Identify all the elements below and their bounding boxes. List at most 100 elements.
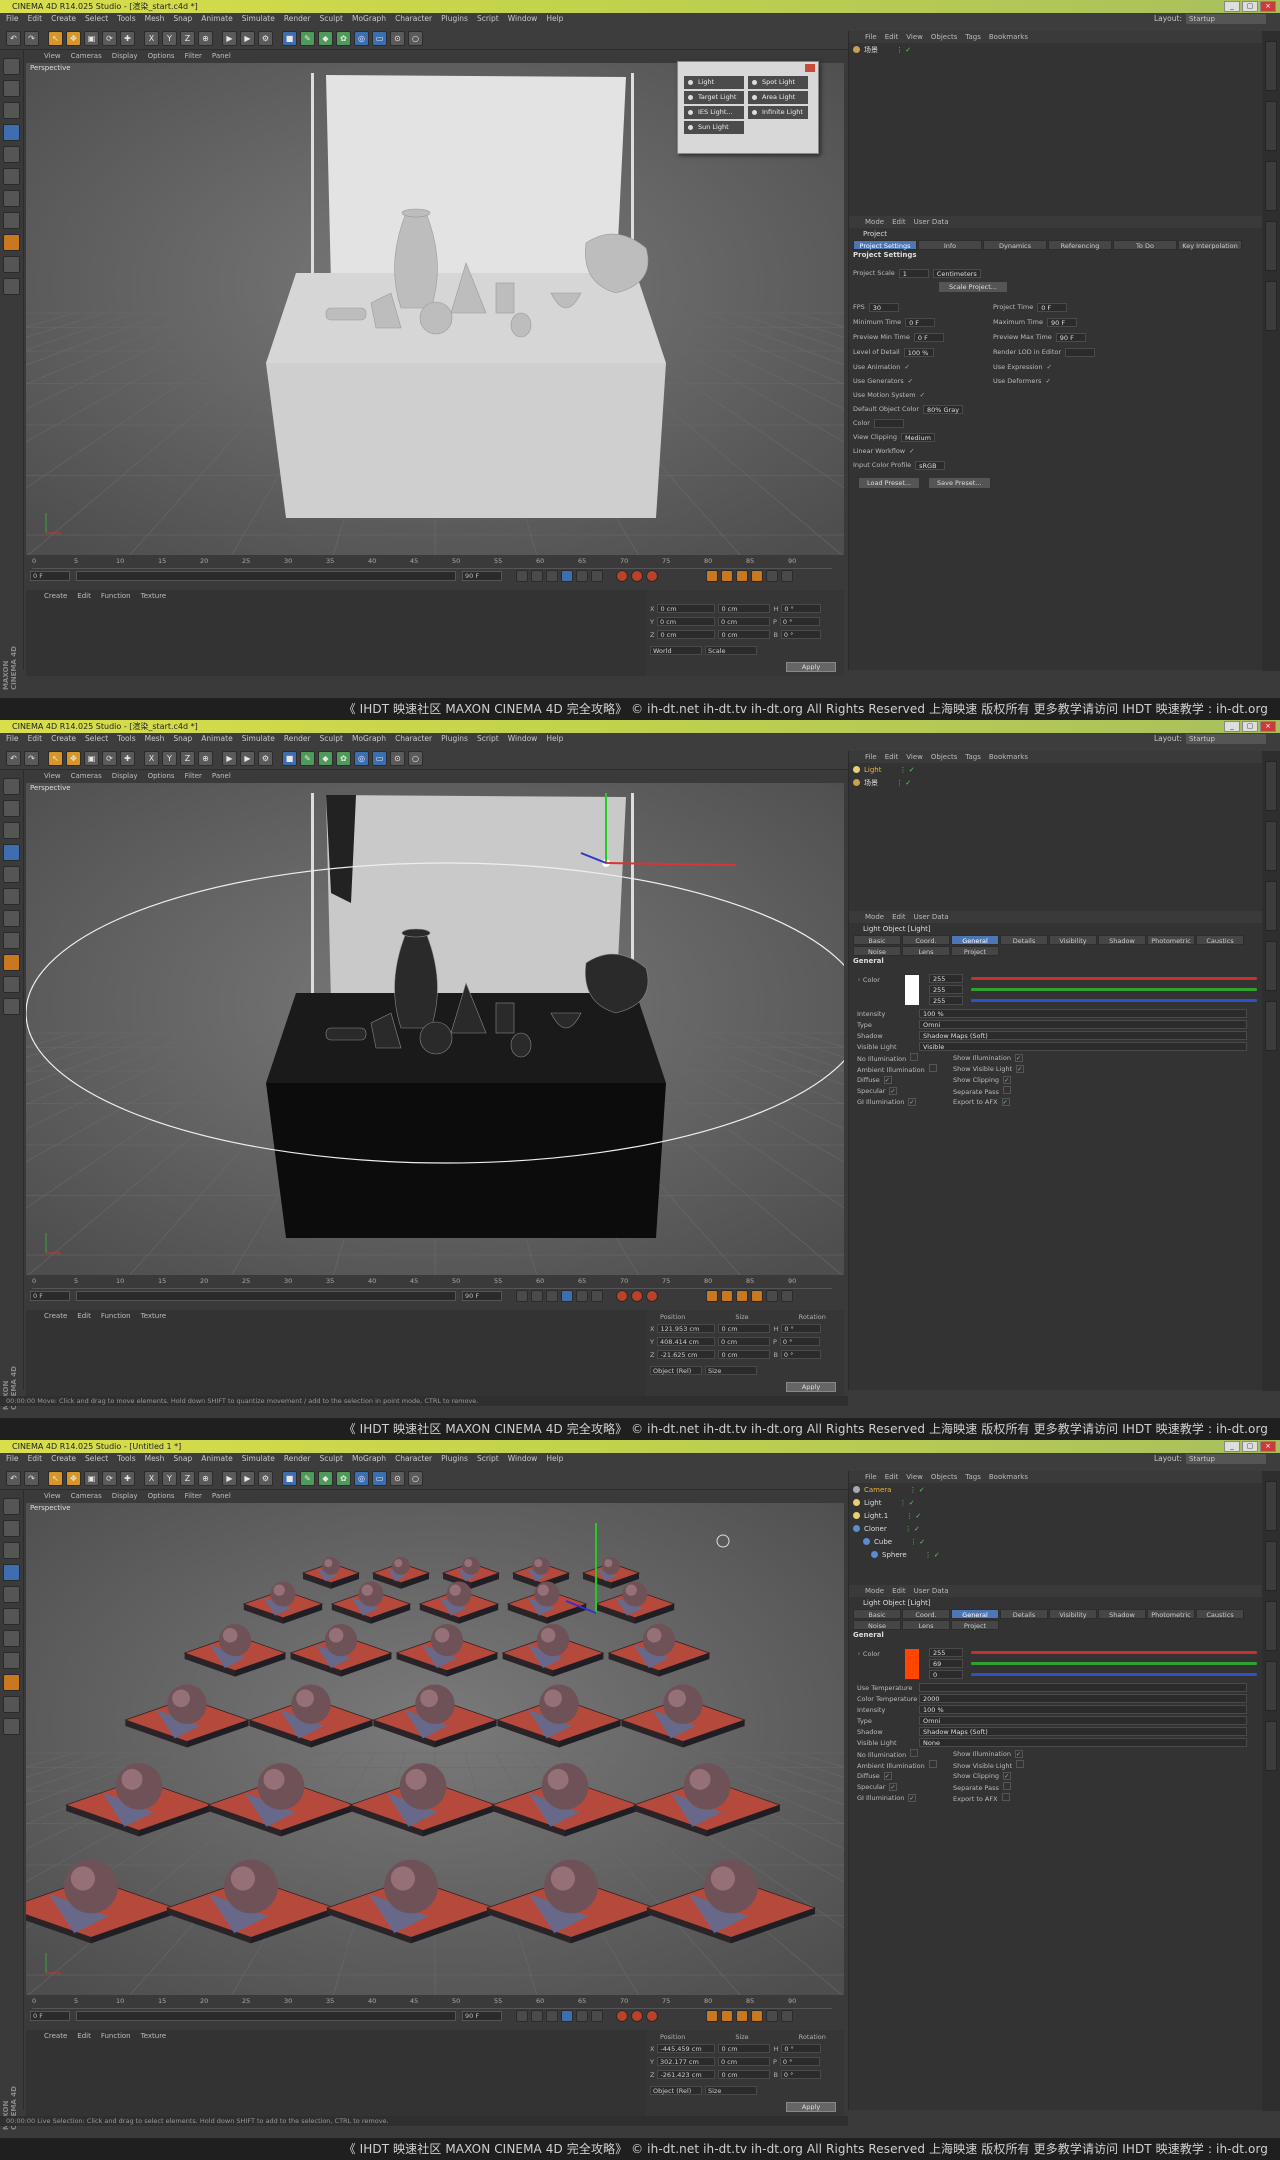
timeline-menu-icon[interactable] (781, 570, 793, 582)
param-key-icon[interactable] (751, 570, 763, 582)
prop-field[interactable]: 90 F (1055, 332, 1086, 342)
go-end-icon[interactable] (591, 570, 603, 582)
sculpt-icon[interactable] (3, 976, 20, 993)
render-picture-viewer-icon[interactable]: ▶ (240, 31, 255, 46)
move-icon[interactable]: ✥ (66, 1471, 81, 1486)
prop-checkbox[interactable]: ✓ (1001, 1098, 1010, 1106)
layout-selector[interactable]: Layout: Startup (1154, 13, 1266, 25)
prop-checkbox[interactable] (1016, 1760, 1025, 1768)
move-key-icon[interactable] (706, 1290, 718, 1302)
material-menu-edit[interactable]: Edit (77, 2030, 91, 2042)
prop-field[interactable]: Shadow Maps (Soft) (919, 1727, 1247, 1736)
timeline-ruler[interactable]: 0 5 10 15 20 25 30 35 40 45 50 55 60 65 70 75 80 85 90 (32, 557, 832, 569)
tab-project-settings[interactable]: Project Settings (853, 240, 917, 250)
deformer-icon[interactable]: ◎ (354, 751, 369, 766)
color-slider[interactable] (971, 1662, 1257, 1665)
play-back-icon[interactable] (546, 1290, 558, 1302)
prop-field[interactable]: 100 % (919, 1009, 1247, 1018)
menu-edit[interactable]: Edit (28, 13, 43, 25)
render-picture-viewer-icon[interactable]: ▶ (240, 1471, 255, 1486)
param-key-icon[interactable] (751, 2010, 763, 2022)
object-menu-file[interactable]: File (865, 751, 877, 763)
color-channel-value[interactable]: 255 (929, 984, 963, 994)
undo-icon[interactable]: ↶ (6, 31, 21, 46)
prop-field[interactable] (873, 418, 904, 428)
viewport-menu-display[interactable]: Display (112, 1490, 138, 1503)
polygons-mode-icon[interactable] (3, 822, 20, 839)
menu-snap[interactable]: Snap (173, 733, 192, 745)
keyframe-icon[interactable] (646, 1290, 658, 1302)
material-menu-create[interactable]: Create (44, 2030, 67, 2042)
layer-icon[interactable] (3, 278, 20, 295)
deformer-icon[interactable]: ◎ (354, 1471, 369, 1486)
scale-icon[interactable]: ▣ (84, 1471, 99, 1486)
prop-checkbox[interactable]: ✓ (1045, 377, 1050, 385)
viewport-menu-cameras[interactable]: Cameras (71, 50, 102, 63)
tab-noise[interactable]: Noise (853, 1620, 901, 1630)
coord-size-field[interactable]: 0 cm (717, 1337, 770, 1346)
color-channel-r[interactable]: 255 (925, 973, 963, 983)
z-axis-icon[interactable]: Z (180, 1471, 195, 1486)
prop-field[interactable]: 30 (868, 302, 899, 312)
attr-menu-mode[interactable]: Mode (865, 216, 884, 228)
maximize-button[interactable]: ▢ (1242, 721, 1258, 732)
x-axis-icon[interactable]: X (144, 1471, 159, 1486)
snap-icon[interactable] (3, 932, 20, 949)
material-menu-create[interactable]: Create (44, 590, 67, 602)
color-channel-g[interactable]: 255 (925, 984, 963, 994)
live-selection-icon[interactable]: ↖ (48, 751, 63, 766)
light-menu-item[interactable]: Target Light (684, 91, 744, 104)
attributes-dock-tab[interactable] (1265, 1661, 1277, 1711)
menu-select[interactable]: Select (85, 13, 108, 25)
rotate-icon[interactable]: ⟳ (102, 31, 117, 46)
close-button[interactable]: × (1260, 1441, 1276, 1452)
viewport-menu-options[interactable]: Options (148, 770, 175, 783)
scale-project-button[interactable]: Scale Project... (939, 282, 1007, 292)
viewport-menu-filter[interactable]: Filter (185, 50, 202, 63)
move-key-icon[interactable] (706, 2010, 718, 2022)
object-menu-bookmarks[interactable]: Bookmarks (989, 1471, 1028, 1483)
timeline-menu-icon[interactable] (781, 2010, 793, 2022)
redo-icon[interactable]: ↷ (24, 1471, 39, 1486)
play-icon[interactable] (561, 2010, 573, 2022)
move-icon[interactable]: ✥ (66, 31, 81, 46)
prop-checkbox[interactable] (1002, 1086, 1011, 1094)
menu-edit[interactable]: Edit (28, 733, 43, 745)
menu-window[interactable]: Window (508, 1453, 538, 1465)
color-channel-value[interactable]: 69 (929, 1658, 963, 1668)
layers-tab[interactable] (1265, 281, 1277, 331)
x-axis-icon[interactable]: X (144, 31, 159, 46)
attributes-dock-tab[interactable] (1265, 221, 1277, 271)
coord-position-field[interactable]: -445.459 cm (657, 2044, 716, 2053)
light-menu-item[interactable]: Infinite Light (748, 106, 808, 119)
points-mode-icon[interactable] (3, 778, 20, 795)
object-row[interactable]: 场景 ⋮ ✓ (853, 778, 911, 788)
prop-field[interactable] (1065, 347, 1096, 357)
frame-end-field[interactable]: 90 F (462, 1291, 502, 1301)
menu-window[interactable]: Window (508, 733, 538, 745)
menu-character[interactable]: Character (395, 1453, 432, 1465)
model-mode-icon[interactable] (3, 124, 20, 141)
coord-mode-dropdown[interactable]: Size (705, 1366, 757, 1375)
object-row[interactable]: Cube ⋮ ✓ (863, 1537, 925, 1547)
menu-select[interactable]: Select (85, 733, 108, 745)
object-menu-edit[interactable]: Edit (885, 751, 899, 763)
light-icon[interactable]: ○ (408, 751, 423, 766)
prop-checkbox[interactable]: ✓ (908, 1098, 917, 1106)
viewport-menu-view[interactable]: View (44, 50, 61, 63)
array-icon[interactable]: ✿ (336, 751, 351, 766)
menu-mesh[interactable]: Mesh (145, 13, 165, 25)
polygons-mode-icon[interactable] (3, 102, 20, 119)
attr-menu-mode[interactable]: Mode (865, 1585, 884, 1597)
workplane-icon[interactable] (3, 910, 20, 927)
object-menu-file[interactable]: File (865, 1471, 877, 1483)
color-slider[interactable] (971, 1651, 1257, 1654)
coord-size-field[interactable]: 0 cm (718, 2070, 771, 2079)
objects-dock-tab[interactable] (1265, 1481, 1277, 1531)
workplane-icon[interactable] (3, 1630, 20, 1647)
apply-button[interactable]: Apply (786, 662, 836, 672)
visibility-check-icon[interactable]: ⋮ ✓ (896, 779, 911, 787)
prop-field[interactable]: 100 % (903, 347, 934, 357)
prop-field[interactable]: 0 F (905, 317, 936, 327)
prop-checkbox[interactable] (1002, 1782, 1011, 1790)
